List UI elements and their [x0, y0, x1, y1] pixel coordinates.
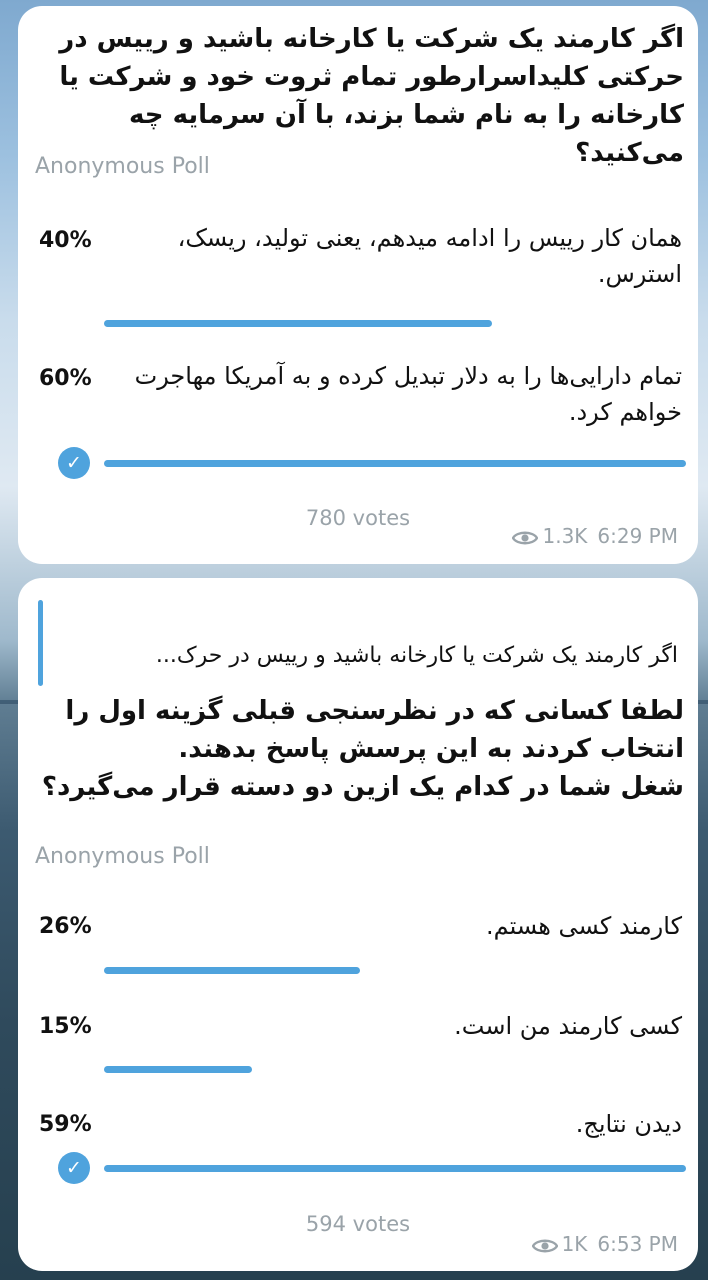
- option-percent: 15%: [39, 1014, 92, 1039]
- reply-text: اگر کارمند یک شرکت یا کارخانه باشید و ری…: [155, 643, 678, 668]
- message-time: 6:53 PM: [597, 1232, 678, 1256]
- message-time: 6:29 PM: [597, 524, 678, 548]
- poll-type-label: Anonymous Poll: [35, 844, 210, 869]
- eye-icon: [531, 1239, 558, 1253]
- option-text: دیدن نتایج.: [575, 1110, 682, 1138]
- checkmark-icon: ✓: [58, 1152, 90, 1184]
- message-meta: 1K 6:53 PM: [531, 1232, 678, 1256]
- eye-icon: [512, 531, 539, 545]
- message-meta: 1.3K 6:29 PM: [512, 524, 678, 548]
- option-percent: 40%: [39, 228, 92, 253]
- option-text: تمام دارایی‌ها را به دلار تبدیل کرده و ب…: [134, 362, 682, 426]
- view-count: 1.3K: [542, 524, 588, 548]
- checkmark-icon: ✓: [58, 447, 90, 479]
- poll-question: اگر کارمند یک شرکت یا کارخانه باشید و ری…: [59, 24, 684, 168]
- option-text: کسی کارمند من است.: [454, 1012, 682, 1040]
- reply-accent-bar: [38, 600, 43, 686]
- option-percent: 26%: [39, 914, 92, 939]
- poll-type-label: Anonymous Poll: [35, 154, 210, 179]
- poll-message-1: اگر کارمند یک شرکت یا کارخانه باشید و ری…: [18, 6, 698, 564]
- poll-question: لطفا کسانی که در نظرسنجی قبلی گزینه اول …: [41, 696, 684, 802]
- option-percent: 60%: [39, 366, 92, 391]
- poll-message-2: اگر کارمند یک شرکت یا کارخانه باشید و ری…: [18, 578, 698, 1271]
- option-result-bar: [104, 1066, 252, 1073]
- option-result-bar: [104, 320, 492, 327]
- option-result-bar: [104, 967, 360, 974]
- option-text: کارمند کسی هستم.: [485, 912, 682, 940]
- reply-preview[interactable]: اگر کارمند یک شرکت یا کارخانه باشید و ری…: [38, 600, 684, 688]
- option-result-bar: [104, 1165, 686, 1172]
- option-result-bar: [104, 460, 686, 467]
- view-count: 1K: [561, 1232, 588, 1256]
- option-percent: 59%: [39, 1112, 92, 1137]
- option-text: همان کار رییس را ادامه میدهم، یعنی تولید…: [177, 224, 682, 288]
